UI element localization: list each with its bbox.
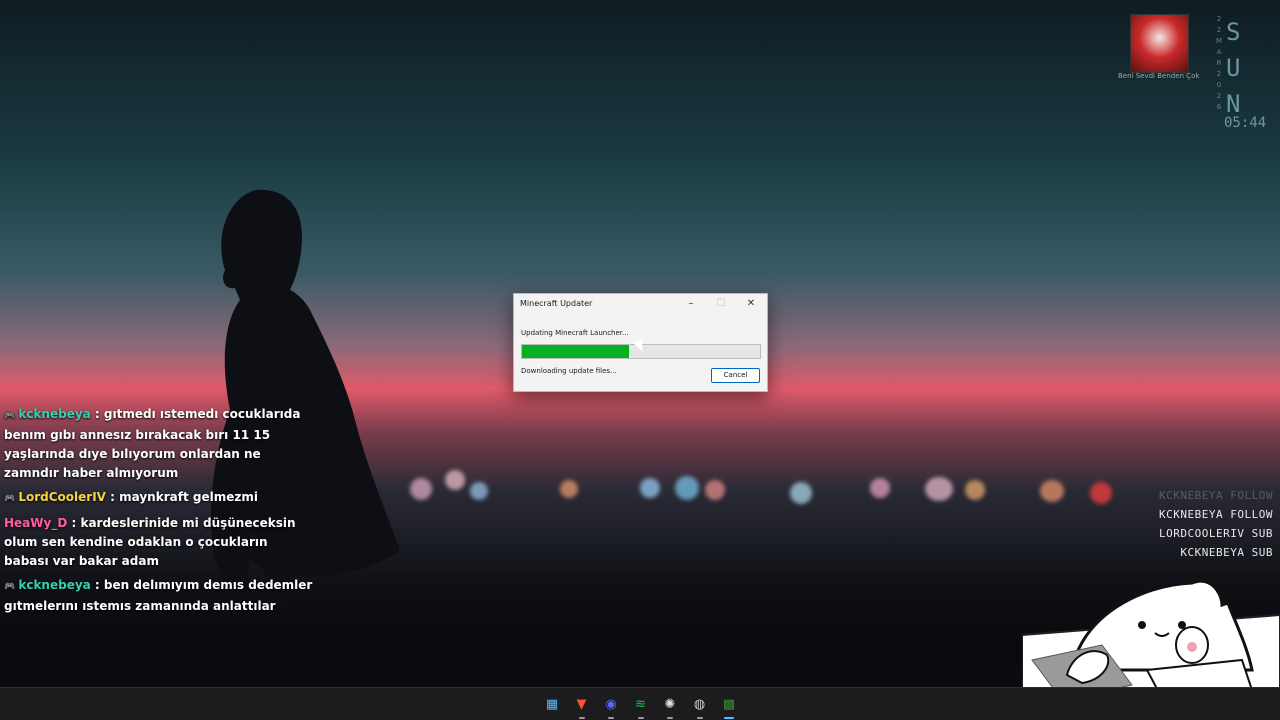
chat-username: kcknebeya bbox=[18, 407, 91, 421]
status-text: Updating Minecraft Launcher... bbox=[521, 329, 629, 337]
detail-text: Downloading update files... bbox=[521, 367, 617, 375]
minecraft-icon[interactable]: ▩ bbox=[719, 694, 739, 714]
obs-icon[interactable]: ◍ bbox=[690, 694, 710, 714]
chat-message: HeaWy_D : kardeslerinide mi düşüneceksin… bbox=[4, 514, 314, 571]
date-char: 2 bbox=[1216, 26, 1222, 34]
running-indicator bbox=[578, 717, 585, 719]
date-char: 2 bbox=[1216, 15, 1222, 23]
chat-username: HeaWy_D bbox=[4, 516, 68, 530]
date-char: 6 bbox=[1216, 103, 1222, 111]
running-indicator bbox=[724, 717, 734, 719]
maximize-button: ☐ bbox=[716, 298, 726, 309]
date-char: A bbox=[1216, 48, 1222, 56]
day-char: S bbox=[1226, 18, 1241, 46]
steam-icon[interactable]: ✺ bbox=[660, 694, 680, 714]
chat-message: 🎮 kcknebeya : ben delımıyım demıs dedeml… bbox=[4, 576, 314, 616]
date-char: M bbox=[1215, 37, 1223, 45]
dialog-title: Minecraft Updater bbox=[520, 299, 593, 308]
taskbar: ▦ ▼ ◉ ≋ ✺ ◍ ▩ bbox=[0, 687, 1280, 720]
gamepad-icon: 🎮 bbox=[4, 411, 19, 421]
spotify-icon[interactable]: ≋ bbox=[631, 694, 651, 714]
gamepad-icon: 🎮 bbox=[4, 582, 19, 592]
minimize-button[interactable]: – bbox=[680, 296, 702, 312]
running-indicator bbox=[667, 717, 673, 719]
event-item: LORDCOOLERIV SUB bbox=[1159, 527, 1273, 540]
desktop-widget: Beni Sevdi Benden Çok 2 2 MAR 2 0 2 6 SUN 05:4… bbox=[1118, 12, 1278, 132]
date-char: R bbox=[1216, 59, 1222, 67]
event-item: KCKNEBEYA FOLLOW bbox=[1159, 489, 1273, 502]
close-button[interactable]: ✕ bbox=[740, 296, 762, 312]
clock-time: 05:44 bbox=[1224, 115, 1267, 131]
chat-text: : maynkraft gelmezmi bbox=[105, 490, 258, 504]
date-char: 2 bbox=[1216, 92, 1222, 100]
day-vertical: SUN bbox=[1226, 14, 1240, 122]
chat-username: LordCoolerIV bbox=[18, 490, 106, 504]
chat-message: 🎮 kcknebeya : gıtmedı ıstemedı cocukları… bbox=[4, 405, 314, 483]
event-item: KCKNEBEYA SUB bbox=[1180, 546, 1273, 559]
chat-message: 🎮 LordCoolerIV : maynkraft gelmezmi bbox=[4, 488, 314, 509]
song-title: Beni Sevdi Benden Çok bbox=[1118, 72, 1200, 80]
chat-username: kcknebeya bbox=[18, 578, 91, 592]
event-item: KCKNEBEYA FOLLOW bbox=[1159, 508, 1273, 521]
progress-fill bbox=[522, 345, 630, 358]
running-indicator bbox=[608, 717, 614, 719]
gamepad-icon: 🎮 bbox=[4, 494, 19, 504]
stream-chat: 🎮 kcknebeya : gıtmedı ıstemedı cocukları… bbox=[4, 405, 314, 621]
windows-start-icon[interactable]: ▦ bbox=[542, 694, 562, 714]
discord-icon[interactable]: ◉ bbox=[601, 694, 621, 714]
brave-icon[interactable]: ▼ bbox=[572, 694, 592, 714]
album-art bbox=[1130, 14, 1189, 73]
date-vertical: 2 2 MAR 2 0 2 6 bbox=[1214, 14, 1224, 113]
day-char: U bbox=[1226, 54, 1241, 82]
stream-events: KCKNEBEYA FOLLOW KCKNEBEYA FOLLOW LORDCOOL… bbox=[1159, 486, 1273, 562]
running-indicator bbox=[696, 717, 703, 719]
date-char: 2 bbox=[1216, 70, 1222, 78]
running-indicator bbox=[637, 717, 644, 719]
date-char: 0 bbox=[1216, 81, 1222, 89]
cancel-button[interactable]: Cancel bbox=[711, 368, 760, 383]
